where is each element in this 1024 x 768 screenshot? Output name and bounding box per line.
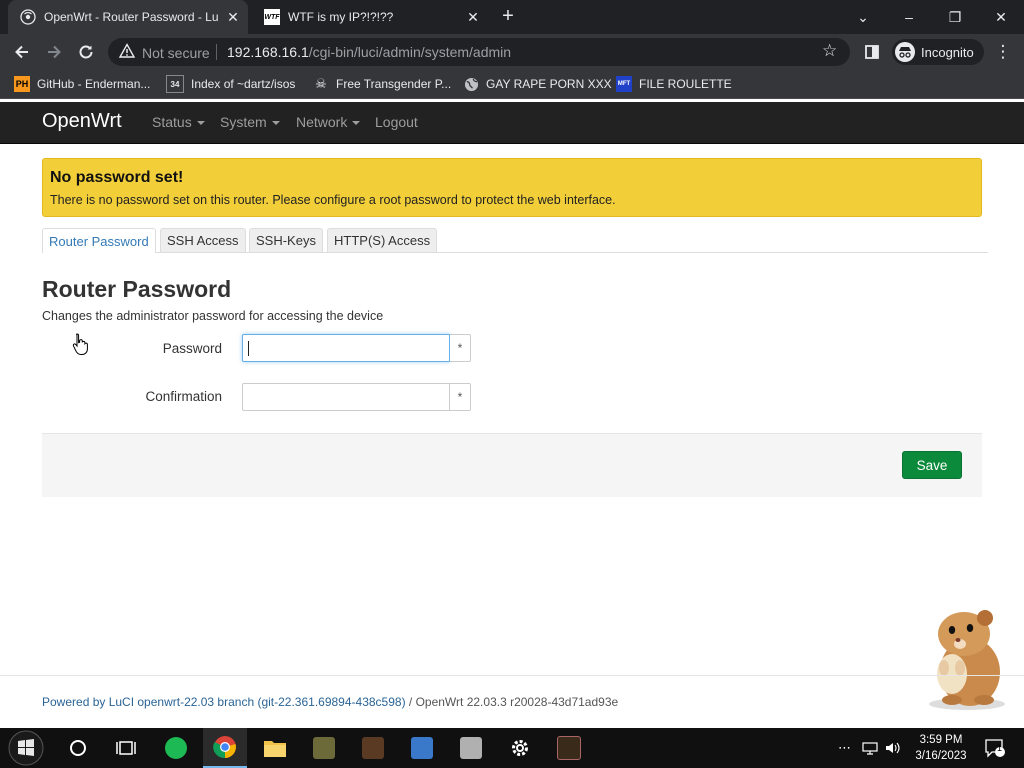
url-host: 192.168.16.1 bbox=[227, 44, 309, 60]
footer-divider bbox=[0, 675, 1024, 676]
incognito-icon bbox=[895, 42, 915, 62]
nav-network[interactable]: Network bbox=[296, 114, 361, 130]
nav-label: Status bbox=[152, 114, 192, 130]
confirmation-input[interactable] bbox=[242, 383, 450, 411]
clock-time: 3:59 PM bbox=[919, 734, 963, 746]
nav-system[interactable]: System bbox=[220, 114, 280, 130]
tab-title: WTF is my IP?!?!?? bbox=[288, 10, 394, 24]
clock-date: 3/16/2023 bbox=[915, 750, 967, 762]
tab-search-button[interactable]: ⌄ bbox=[840, 0, 886, 34]
warning-alert bbox=[42, 158, 982, 217]
bookmark-gay-rape[interactable]: GAY RAPE PORN XXX bbox=[463, 74, 612, 94]
bookmark-label: FILE ROULETTE bbox=[639, 77, 732, 91]
bookmark-label: GitHub - Enderman... bbox=[37, 77, 151, 91]
form-actions-bar bbox=[42, 433, 982, 497]
text-cursor bbox=[248, 341, 249, 356]
section-title: Router Password bbox=[42, 276, 232, 302]
mft-favicon-icon: MFT bbox=[616, 76, 632, 92]
warning-icon[interactable] bbox=[118, 43, 136, 61]
incognito-profile-button[interactable]: Incognito bbox=[892, 39, 984, 65]
minimize-button[interactable]: – bbox=[886, 0, 932, 34]
section-description: Changes the administrator password for a… bbox=[42, 309, 384, 323]
close-tab-icon[interactable]: ✕ bbox=[462, 9, 484, 26]
caret-down-icon bbox=[196, 121, 205, 126]
tab-https-access[interactable]: HTTP(S) Access bbox=[327, 228, 438, 252]
nav-logout[interactable]: Logout bbox=[375, 114, 418, 130]
hamster-desktop-pet[interactable] bbox=[922, 604, 1012, 715]
task-view-icon[interactable] bbox=[104, 728, 148, 768]
luci-version-link[interactable]: Powered by LuCI openwrt-22.03 branch (gi… bbox=[42, 695, 406, 709]
new-tab-button[interactable]: + bbox=[496, 6, 520, 28]
file-explorer-icon[interactable] bbox=[253, 728, 297, 768]
chrome-app-icon[interactable] bbox=[203, 728, 247, 768]
bookmark-index-dartz[interactable]: 34 Index of ~dartz/isos bbox=[166, 74, 295, 94]
incognito-label: Incognito bbox=[921, 44, 974, 60]
browser-tab-openwrt[interactable]: OpenWrt - Router Password - Lu ✕ bbox=[8, 0, 248, 34]
brand-logo[interactable]: OpenWrt bbox=[42, 110, 122, 133]
bookmark-free-transgender[interactable]: ☠ Free Transgender P... bbox=[313, 74, 451, 94]
tabs-underline bbox=[42, 252, 988, 253]
tab-ssh-keys[interactable]: SSH-Keys bbox=[249, 228, 323, 252]
cubes-app-icon[interactable] bbox=[400, 728, 444, 768]
close-tab-icon[interactable]: ✕ bbox=[222, 9, 244, 26]
network-icon[interactable] bbox=[862, 728, 878, 768]
notification-center-icon[interactable]: 1 bbox=[984, 728, 1006, 768]
password-label: Password bbox=[162, 341, 222, 356]
bookmark-label: Index of ~dartz/isos bbox=[191, 77, 296, 91]
alert-message: There is no password set on this router.… bbox=[50, 193, 616, 207]
confirmation-label: Confirmation bbox=[145, 389, 222, 404]
nav-status[interactable]: Status bbox=[152, 114, 205, 130]
forward-arrow-icon[interactable] bbox=[41, 40, 67, 64]
wtf-favicon-icon: WTF bbox=[264, 9, 280, 25]
tab-ssh-access[interactable]: SSH Access bbox=[160, 228, 246, 252]
url-text[interactable]: 192.168.16.1/cgi-bin/luci/admin/system/a… bbox=[227, 44, 511, 60]
bookmark-label: Free Transgender P... bbox=[336, 77, 452, 91]
browser-menu-icon[interactable]: ⋮ bbox=[990, 40, 1016, 64]
bookmark-star-icon[interactable]: ☆ bbox=[822, 41, 837, 61]
ph-favicon-icon: PH bbox=[14, 76, 30, 92]
skull-favicon-icon: ☠ bbox=[315, 76, 327, 91]
nav-label: System bbox=[220, 114, 267, 130]
omnibox-divider bbox=[216, 44, 217, 60]
index-favicon-icon: 34 bbox=[166, 75, 184, 93]
search-circle-icon[interactable] bbox=[56, 728, 100, 768]
alert-title: No password set! bbox=[50, 169, 184, 186]
character-app-icon[interactable] bbox=[351, 728, 395, 768]
confirmation-reveal-button[interactable]: * bbox=[450, 383, 471, 411]
bookmark-github-enderman[interactable]: PH GitHub - Enderman... bbox=[14, 74, 150, 94]
media-app-icon[interactable] bbox=[547, 728, 591, 768]
bookmark-label: GAY RAPE PORN XXX bbox=[486, 77, 612, 91]
page-footer: Powered by LuCI openwrt-22.03 branch (gi… bbox=[42, 695, 618, 709]
caret-down-icon bbox=[352, 121, 361, 126]
system-clock[interactable]: 3:59 PM 3/16/2023 bbox=[902, 732, 980, 764]
tray-overflow-icon[interactable]: ⋯ bbox=[838, 728, 851, 768]
tab-title: OpenWrt - Router Password - Lu bbox=[44, 10, 219, 24]
save-button[interactable]: Save bbox=[902, 451, 962, 479]
restore-button[interactable]: ❐ bbox=[932, 0, 978, 34]
side-panel-icon[interactable] bbox=[859, 40, 885, 64]
openwrt-version-text: / OpenWrt 22.03.3 r20028-43d71ad93e bbox=[405, 695, 619, 709]
close-window-button[interactable]: ✕ bbox=[978, 0, 1024, 34]
url-path: /cgi-bin/luci/admin/system/admin bbox=[308, 44, 512, 60]
messages-app-icon[interactable] bbox=[154, 728, 198, 768]
package-app-icon[interactable] bbox=[449, 728, 493, 768]
password-reveal-button[interactable]: * bbox=[450, 334, 471, 362]
openwrt-favicon-icon bbox=[20, 9, 36, 25]
browser-tab-wtf[interactable]: WTF WTF is my IP?!?!?? ✕ bbox=[252, 0, 488, 34]
nav-label: Network bbox=[296, 114, 348, 130]
reload-icon[interactable] bbox=[73, 40, 99, 64]
tab-router-password[interactable]: Router Password bbox=[42, 228, 156, 253]
game-app-icon[interactable] bbox=[302, 728, 346, 768]
volume-icon[interactable] bbox=[885, 728, 901, 768]
start-button[interactable] bbox=[4, 728, 48, 768]
bookmark-file-roulette[interactable]: MFT FILE ROULETTE bbox=[616, 74, 732, 94]
back-arrow-icon[interactable] bbox=[9, 40, 35, 64]
hand-cursor-icon bbox=[72, 332, 90, 359]
caret-down-icon bbox=[271, 121, 280, 126]
security-status[interactable]: Not secure bbox=[142, 45, 210, 61]
password-input[interactable] bbox=[242, 334, 450, 362]
globe-icon bbox=[463, 76, 479, 92]
notification-count: 1 bbox=[997, 743, 1003, 753]
settings-gear-icon[interactable] bbox=[498, 728, 542, 768]
